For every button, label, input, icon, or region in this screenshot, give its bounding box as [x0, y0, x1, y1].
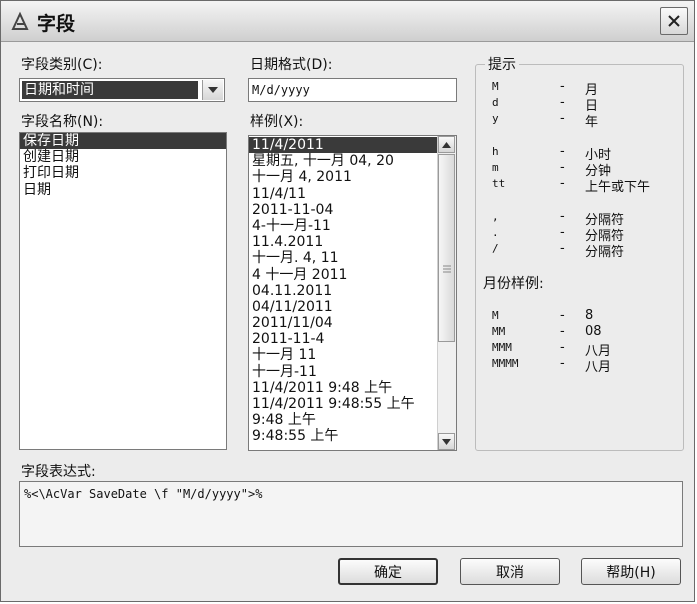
list-item[interactable]: 04/11/2011	[249, 299, 438, 315]
date-format-input[interactable]: M/d/yyyy	[248, 78, 457, 102]
month-sample-title: 月份样例:	[483, 276, 544, 292]
hint-row: tt - 上午或下午	[492, 176, 651, 195]
list-item[interactable]: 4 十一月 2011	[249, 267, 438, 283]
hint-row: MM -08	[492, 324, 602, 339]
names-label: 字段名称(N):	[21, 114, 104, 130]
field-dialog: 字段 字段类别(C): 日期和时间 字段名称(N): 保存日期 创建日期 打印日…	[0, 0, 695, 602]
close-icon	[668, 15, 680, 27]
expression-label: 字段表达式:	[21, 464, 96, 480]
list-item[interactable]: 11/4/2011 9:48:55 上午	[249, 396, 438, 412]
list-item[interactable]: 2011-11-04	[249, 202, 438, 218]
chevron-down-icon	[208, 87, 218, 93]
list-item[interactable]: 十一月. 4, 11	[249, 250, 438, 266]
autocad-app-icon	[11, 11, 29, 30]
hint-row: MMM - 八月	[492, 340, 612, 359]
hint-row: M-月	[492, 79, 599, 98]
title-bar[interactable]: 字段	[1, 1, 694, 42]
hint-row: m - 分钟	[492, 160, 612, 179]
list-item[interactable]: 11/4/2011 9:48 上午	[249, 380, 438, 396]
grip-icon	[443, 265, 451, 273]
list-item[interactable]: 4-十一月-11	[249, 218, 438, 234]
help-button[interactable]: 帮助(H)	[581, 558, 681, 585]
list-item[interactable]: 9:48 上午	[249, 412, 438, 428]
list-item[interactable]: 日期	[20, 182, 226, 198]
window-title: 字段	[37, 13, 76, 35]
list-item[interactable]: 04.11.2011	[249, 283, 438, 299]
list-item[interactable]: 2011/11/04	[249, 315, 438, 331]
list-item[interactable]: 2011-11-4	[249, 331, 438, 347]
hint-row: M-8	[492, 308, 594, 323]
list-item[interactable]: 9:48:55 上午	[249, 428, 438, 444]
expression-field[interactable]: %<\AcVar SaveDate \f "M/d/yyyy">%	[19, 481, 683, 547]
hint-row: MMMM - 八月	[492, 356, 612, 375]
cancel-button[interactable]: 取消	[460, 558, 560, 585]
list-item[interactable]: 十一月 11	[249, 347, 438, 363]
category-value: 日期和时间	[22, 81, 198, 99]
ok-button[interactable]: 确定	[338, 558, 438, 585]
hints-title: 提示	[485, 54, 519, 74]
list-item[interactable]: 星期五, 十一月 04, 20	[249, 153, 438, 169]
category-label: 字段类别(C):	[21, 57, 103, 73]
scroll-down-button[interactable]	[438, 433, 455, 450]
scroll-up-button[interactable]	[438, 136, 455, 153]
samples-label: 样例(X):	[250, 114, 304, 130]
hint-row: h - 小时	[492, 144, 612, 163]
samples-scrollbar[interactable]	[437, 136, 456, 450]
chevron-up-icon	[442, 141, 451, 148]
hint-row: / - 分隔符	[492, 241, 625, 260]
close-button[interactable]	[660, 7, 688, 35]
list-item[interactable]: 11.4.2011	[249, 234, 438, 250]
samples-list[interactable]: 11/4/2011 星期五, 十一月 04, 20 十一月 4, 2011 11…	[248, 135, 457, 451]
list-item[interactable]: 十一月-11	[249, 364, 438, 380]
list-item[interactable]: 11/4/11	[249, 186, 438, 202]
list-item[interactable]: 保存日期	[20, 133, 226, 150]
list-item[interactable]: 11/4/2011	[249, 137, 438, 154]
samples-items: 11/4/2011 星期五, 十一月 04, 20 十一月 4, 2011 11…	[249, 137, 438, 445]
hint-row: d-日	[492, 95, 599, 114]
list-item[interactable]: 创建日期	[20, 149, 226, 165]
category-dropdown[interactable]: 日期和时间	[19, 78, 225, 102]
list-item[interactable]: 十一月 4, 2011	[249, 169, 438, 185]
scroll-thumb[interactable]	[438, 154, 455, 342]
field-names-list[interactable]: 保存日期 创建日期 打印日期 日期	[19, 132, 227, 450]
hint-row: y-年	[492, 111, 599, 130]
date-format-label: 日期格式(D):	[250, 57, 333, 73]
hint-row: , - 分隔符	[492, 209, 625, 228]
hint-row: . - 分隔符	[492, 225, 625, 244]
list-item[interactable]: 打印日期	[20, 165, 226, 181]
dropdown-button[interactable]	[202, 80, 223, 100]
chevron-down-icon	[442, 438, 451, 445]
